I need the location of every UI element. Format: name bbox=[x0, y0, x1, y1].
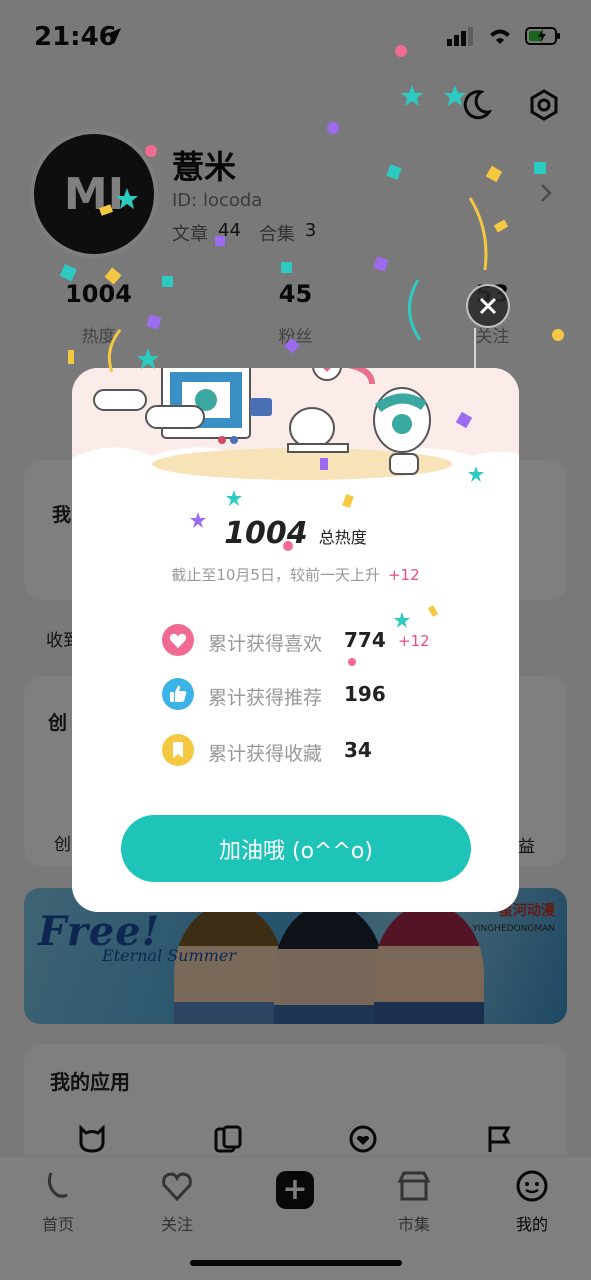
close-button-stem bbox=[474, 328, 476, 368]
total-heat-label: 总热度 bbox=[318, 528, 367, 547]
bookmark-icon bbox=[162, 734, 194, 766]
metric-label: 累计获得推荐 bbox=[208, 687, 323, 709]
heat-summary-dialog: 1004 总热度 截止至10月5日，较前一天上升 +12 累计获得喜欢 774 +… bbox=[72, 368, 519, 912]
heat-change-delta: +12 bbox=[387, 566, 420, 584]
thumbs-up-icon bbox=[162, 678, 194, 710]
total-heat-value: 1004 bbox=[224, 516, 308, 551]
metric-value: 196 bbox=[344, 682, 386, 706]
heart-icon bbox=[162, 624, 194, 656]
metric-delta: +12 bbox=[398, 632, 430, 650]
metric-likes: 累计获得喜欢 774 +12 bbox=[162, 624, 492, 658]
cheer-button[interactable]: 加油哦 (o^^o) bbox=[121, 815, 471, 882]
metric-value: 34 bbox=[344, 738, 372, 762]
heat-change-note: 截止至10月5日，较前一天上升 +12 bbox=[72, 564, 519, 585]
close-icon bbox=[468, 297, 508, 330]
metric-recommends: 累计获得推荐 196 bbox=[162, 678, 492, 712]
metric-favorites: 累计获得收藏 34 bbox=[162, 734, 492, 768]
metric-label: 累计获得喜欢 bbox=[208, 633, 323, 655]
total-heat: 1004 总热度 bbox=[72, 516, 519, 551]
heat-change-text: 截止至10月5日，较前一天上升 bbox=[171, 566, 380, 584]
dialog-illustration bbox=[72, 368, 519, 508]
metric-value: 774 bbox=[344, 628, 386, 652]
close-button[interactable] bbox=[466, 284, 510, 328]
metric-label: 累计获得收藏 bbox=[208, 743, 323, 765]
